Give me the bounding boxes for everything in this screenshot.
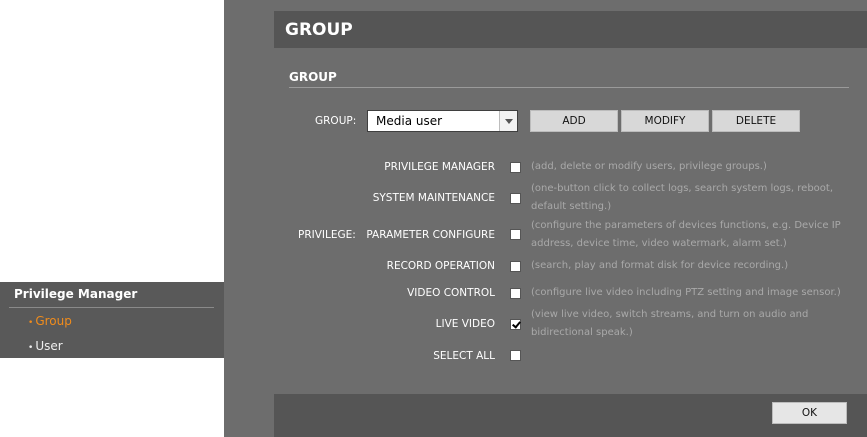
perm-desc-live-video: (view live video, switch streams, and tu… — [531, 309, 809, 338]
checkbox-parameter-configure[interactable] — [510, 229, 521, 240]
sidebar-item-label: User — [35, 339, 63, 353]
bullet-icon: • — [28, 343, 34, 353]
checkbox-select-all[interactable] — [510, 350, 521, 361]
ok-button[interactable]: OK — [772, 402, 847, 424]
checkbox-video-control[interactable] — [510, 288, 521, 299]
perm-label-select-all: SELECT ALL — [433, 350, 495, 362]
perm-label-privilege-manager: PRIVILEGE MANAGER — [384, 161, 495, 173]
perm-label-parameter-configure: PARAMETER CONFIGURE — [366, 229, 495, 241]
nav-title: Privilege Manager — [14, 287, 138, 301]
delete-button[interactable]: DELETE — [712, 110, 800, 132]
checkbox-live-video[interactable] — [510, 319, 521, 330]
group-select-value: Media user — [376, 114, 443, 128]
main-panel: GROUP GROUP GROUP: Media user ADD MODIFY… — [224, 0, 867, 437]
perm-label-record-operation: RECORD OPERATION — [386, 260, 495, 272]
sidebar-item-user[interactable]: • User — [28, 339, 63, 353]
perm-desc-system-maintenance: (one-button click to collect logs, searc… — [531, 183, 834, 212]
privilege-manager-nav: Privilege Manager • Group • User — [0, 282, 224, 358]
checkbox-record-operation[interactable] — [510, 261, 521, 272]
sidebar-item-group[interactable]: • Group — [28, 314, 72, 328]
header-bar: GROUP — [274, 11, 867, 48]
add-button[interactable]: ADD — [530, 110, 618, 132]
checkbox-system-maintenance[interactable] — [510, 193, 521, 204]
perm-desc-privilege-manager: (add, delete or modify users, privilege … — [531, 161, 767, 172]
section-title: GROUP — [289, 70, 337, 84]
chevron-down-icon[interactable] — [499, 111, 517, 131]
group-label: GROUP: — [315, 115, 357, 127]
bullet-icon: • — [28, 318, 34, 328]
section-divider — [289, 87, 849, 88]
sidebar: Privilege Manager • Group • User — [0, 0, 224, 437]
modify-button[interactable]: MODIFY — [621, 110, 709, 132]
group-select[interactable]: Media user — [367, 110, 518, 132]
perm-desc-record-operation: (search, play and format disk for device… — [531, 260, 789, 271]
perm-desc-parameter-configure: (configure the parameters of devices fun… — [531, 220, 841, 249]
page-title: GROUP — [285, 20, 353, 40]
perm-desc-video-control: (configure live video including PTZ sett… — [531, 287, 841, 298]
perm-label-system-maintenance: SYSTEM MAINTENANCE — [372, 192, 495, 204]
sidebar-item-label: Group — [35, 314, 72, 328]
footer-bar: OK — [274, 394, 867, 437]
privilege-label: PRIVILEGE: — [298, 229, 356, 241]
checkbox-privilege-manager[interactable] — [510, 162, 521, 173]
perm-label-video-control: VIDEO CONTROL — [407, 287, 495, 299]
perm-label-live-video: LIVE VIDEO — [435, 318, 495, 330]
nav-divider — [9, 307, 214, 308]
